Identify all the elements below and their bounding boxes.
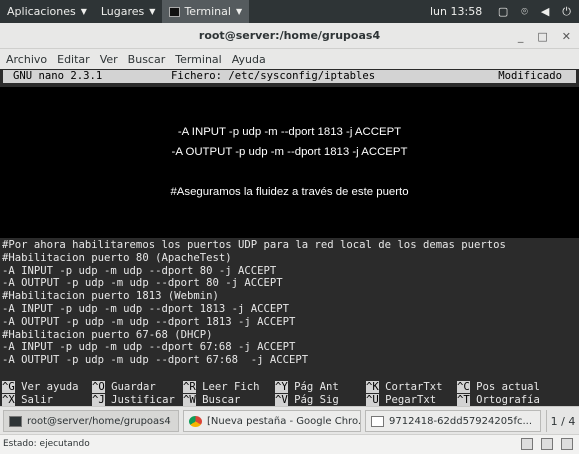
terminal-area[interactable]: GNU nano 2.3.1 Fichero: /etc/sysconfig/i…	[0, 69, 579, 406]
places-menu[interactable]: Lugares ▼	[94, 0, 163, 23]
task-chrome[interactable]: [Nueva pestaña - Google Chro...	[183, 410, 361, 432]
shortcut-search[interactable]: ^W Buscar	[183, 394, 240, 406]
annotation-overlay: -A INPUT -p udp -m --dport 1813 -j ACCEP…	[0, 87, 579, 238]
shortcut-position[interactable]: ^C Pos actual	[457, 381, 540, 394]
chevron-down-icon: ▼	[149, 7, 156, 16]
code-line: #Habilitacion puerto 67-68 (DHCP)	[2, 328, 213, 341]
settings-icon[interactable]	[561, 438, 573, 450]
code-line: #Por ahora habilitaremos los puertos UDP…	[2, 239, 506, 251]
menu-ayuda[interactable]: Ayuda	[229, 53, 269, 66]
code-line: -A INPUT -p udp -m udp --dport 67:68 -j …	[2, 341, 296, 354]
task-terminal[interactable]: root@server/home/grupoas4	[3, 410, 179, 432]
nano-header: GNU nano 2.3.1 Fichero: /etc/sysconfig/i…	[3, 70, 576, 83]
menu-buscar[interactable]: Buscar	[125, 53, 169, 66]
chevron-down-icon: ▼	[235, 7, 243, 16]
menu-editar[interactable]: Editar	[54, 53, 93, 66]
window-titlebar[interactable]: root@server:/home/grupoas4 _ □ ✕	[0, 23, 579, 49]
task-label: root@server/home/grupoas4	[27, 415, 171, 427]
clock[interactable]: lun 13:58	[430, 0, 482, 23]
status-icons	[521, 438, 573, 450]
menu-ver[interactable]: Ver	[97, 53, 121, 66]
workspace-pager[interactable]: 1 / 4	[546, 410, 579, 432]
terminal-icon	[9, 415, 22, 427]
code-line: -A OUTPUT -p udp -m udp --dport 80 -j AC…	[2, 277, 283, 290]
applications-menu[interactable]: Aplicaciones ▼	[0, 0, 94, 23]
system-tray[interactable]: ▢ ⌾ ◀ ⏻	[498, 0, 571, 23]
network-icon[interactable]: ⌾	[521, 5, 528, 19]
code-line: #Habilitacion puerto 80 (ApacheTest)	[2, 251, 232, 264]
shortcut-paste[interactable]: ^U PegarTxt	[366, 394, 436, 406]
task-image[interactable]: 9712418-62dd57924205fc...	[365, 410, 541, 432]
active-app-label: Terminal	[184, 5, 231, 18]
code-line: -A INPUT -p udp -m udp --dport 1813 -j A…	[2, 302, 290, 315]
image-icon	[371, 415, 384, 427]
minimize-icon[interactable]: _	[518, 30, 524, 43]
shortcut-justify[interactable]: ^J Justificar	[92, 394, 175, 406]
terminal-icon	[169, 6, 181, 17]
nano-file: Fichero: /etc/sysconfig/iptables	[171, 70, 376, 82]
taskbar: root@server/home/grupoas4 [Nueva pestaña…	[0, 406, 579, 434]
code-line: #Habilitacion puerto 1813 (Webmin)	[2, 290, 219, 303]
close-icon[interactable]: ✕	[562, 30, 571, 43]
shortcut-save[interactable]: ^O Guardar	[92, 381, 156, 394]
task-label: 9712418-62dd57924205fc...	[389, 415, 533, 427]
menu-terminal[interactable]: Terminal	[172, 53, 225, 66]
window-title: root@server:/home/grupoas4	[198, 29, 381, 42]
shortcut-next-page[interactable]: ^V Pág Sig	[275, 394, 339, 406]
active-app-menu[interactable]: Terminal ▼	[162, 0, 250, 23]
shortcut-row: ^G Ver ayuda ^O Guardar ^R Leer Fich ^Y …	[2, 381, 577, 394]
overlay-line-2: -A OUTPUT -p udp -m --dport 1813 -j ACCE…	[171, 146, 408, 158]
overlay-line-1: -A INPUT -p udp -m --dport 1813 -j ACCEP…	[177, 126, 402, 138]
chrome-icon	[189, 415, 202, 427]
window-icon[interactable]	[541, 438, 553, 450]
maximize-icon[interactable]: □	[537, 30, 547, 43]
shortcut-spell[interactable]: ^T Ortografía	[457, 394, 540, 406]
menu-archivo[interactable]: Archivo	[3, 53, 50, 66]
window-icon[interactable]: ▢	[498, 5, 508, 18]
code-line: -A INPUT -p udp -m udp --dport 80 -j ACC…	[2, 264, 277, 277]
nano-shortcuts: ^G Ver ayuda ^O Guardar ^R Leer Fich ^Y …	[2, 381, 577, 406]
shortcut-exit[interactable]: ^X Salir	[2, 394, 53, 406]
file-content[interactable]: #Por ahora habilitaremos los puertos UDP…	[2, 239, 577, 367]
places-label: Lugares	[100, 5, 145, 18]
code-line: -A OUTPUT -p udp -m udp --dport 1813 -j …	[2, 315, 296, 328]
power-icon[interactable]: ⏻	[562, 5, 571, 19]
status-bar: Estado: ejecutando	[0, 434, 579, 454]
window-controls: _ □ ✕	[518, 23, 571, 49]
shortcut-prev-page[interactable]: ^Y Pág Ant	[275, 381, 339, 394]
volume-icon[interactable]: ◀	[541, 5, 549, 18]
overlay-line-3: #Aseguramos la fluidez a través de este …	[170, 186, 409, 198]
shortcut-read-file[interactable]: ^R Leer Fich	[183, 381, 260, 394]
code-line: -A OUTPUT -p udp -m udp --dport 67:68 -j…	[2, 354, 309, 367]
chevron-down-icon: ▼	[80, 7, 87, 16]
nano-version: GNU nano 2.3.1	[13, 70, 103, 82]
shortcut-cut[interactable]: ^K CortarTxt	[366, 381, 443, 394]
top-panel: Aplicaciones ▼ Lugares ▼ Terminal ▼ lun …	[0, 0, 579, 23]
applications-label: Aplicaciones	[7, 5, 76, 18]
lock-icon[interactable]	[521, 438, 533, 450]
shortcut-row: ^X Salir ^J Justificar ^W Buscar ^V Pág …	[2, 394, 577, 406]
task-label: [Nueva pestaña - Google Chro...	[207, 415, 361, 427]
menu-bar: Archivo Editar Ver Buscar Terminal Ayuda	[0, 49, 579, 69]
status-text: Estado: ejecutando	[3, 439, 90, 449]
nano-status: Modificado	[498, 70, 562, 82]
shortcut-help[interactable]: ^G Ver ayuda	[2, 381, 79, 394]
